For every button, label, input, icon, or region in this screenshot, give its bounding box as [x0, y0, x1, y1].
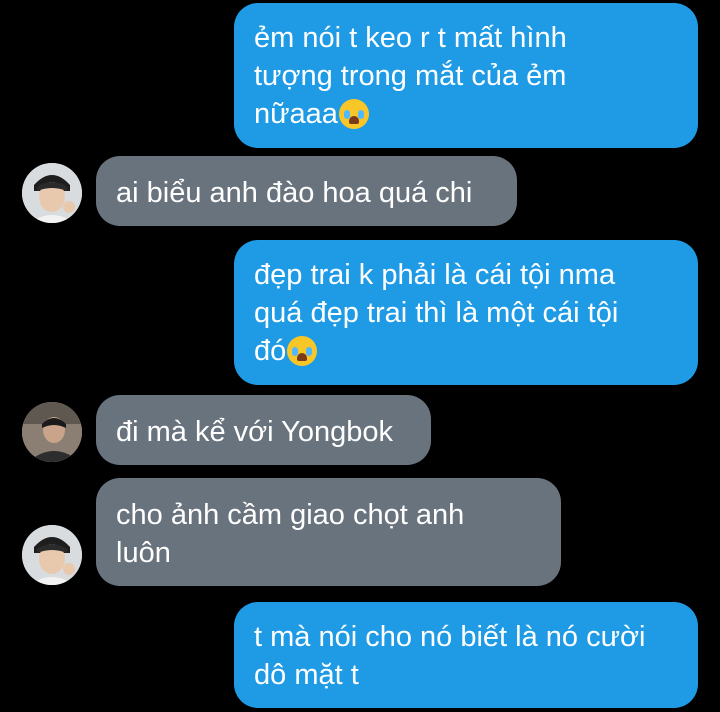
message-text: t mà nói cho nó biết là nó cười dô mặt t [254, 621, 646, 691]
received-message[interactable]: đi mà kể với Yongbok [96, 395, 431, 465]
sent-message[interactable]: ẻm nói t keo r t mất hình tượng trong mắ… [234, 3, 698, 148]
avatar[interactable] [22, 402, 82, 462]
message-text: đi mà kể với Yongbok [116, 416, 393, 448]
message-text: cho ảnh cầm giao chọt anh luôn [116, 499, 465, 569]
received-message[interactable]: ai biểu anh đào hoa quá chi [96, 156, 517, 226]
avatar[interactable] [22, 525, 82, 585]
sent-message[interactable]: đẹp trai k phải là cái tội nma quá đẹp t… [234, 240, 698, 385]
avatar[interactable] [22, 163, 82, 223]
crying-face-icon [338, 99, 369, 129]
message-text: ẻm nói t keo r t mất hình tượng trong mắ… [254, 22, 567, 130]
received-message[interactable]: cho ảnh cầm giao chọt anh luôn [96, 478, 561, 586]
sent-message[interactable]: t mà nói cho nó biết là nó cười dô mặt t [234, 602, 698, 708]
message-text: ai biểu anh đào hoa quá chi [116, 177, 473, 209]
crying-face-icon [287, 336, 318, 366]
